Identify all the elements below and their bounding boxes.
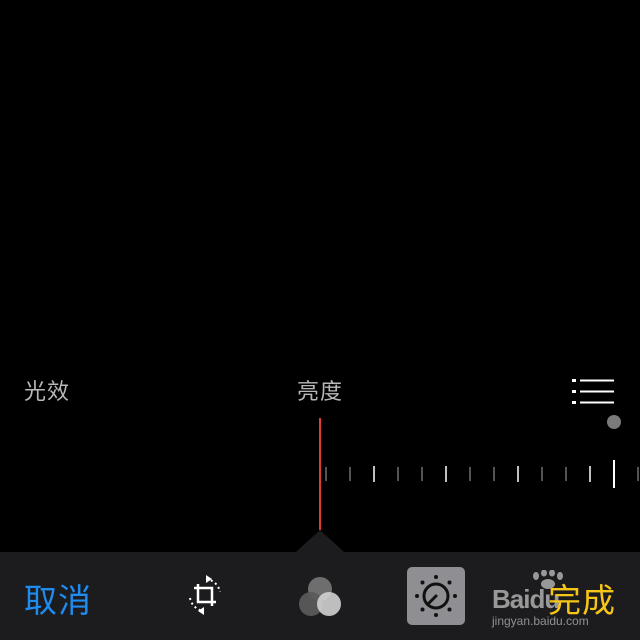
- adjustment-list-button[interactable]: [570, 376, 618, 408]
- adjust-dial-icon: [415, 575, 457, 617]
- photo-preview: [0, 0, 640, 360]
- slider-ruler: [319, 418, 639, 530]
- parameter-label: 亮度: [296, 380, 343, 405]
- adjust-tool-button[interactable]: [407, 567, 465, 625]
- brightness-slider[interactable]: [0, 418, 640, 532]
- toolbar-notch: [296, 530, 344, 552]
- list-icon: [572, 379, 614, 404]
- done-button[interactable]: 完成: [548, 574, 616, 622]
- cancel-button[interactable]: 取消: [24, 574, 92, 622]
- crop-rotate-icon: [189, 575, 221, 615]
- crop-rotate-tool-button[interactable]: [182, 572, 228, 618]
- filters-icon: [299, 577, 341, 616]
- filters-tool-button[interactable]: [296, 574, 344, 618]
